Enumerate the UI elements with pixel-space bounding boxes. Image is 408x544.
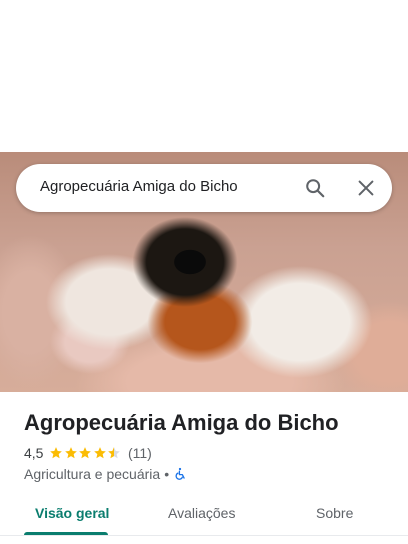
star-icon — [94, 447, 106, 459]
close-icon[interactable] — [355, 177, 377, 199]
rating-value: 4,5 — [24, 445, 44, 461]
rating-row[interactable]: 4,5 (11) — [24, 444, 152, 462]
place-category[interactable]: Agricultura e pecuária — [24, 466, 160, 482]
review-count[interactable]: (11) — [128, 445, 152, 461]
search-input[interactable]: Agropecuária Amiga do Bicho — [40, 178, 238, 195]
star-rating — [49, 446, 122, 460]
star-icon — [65, 447, 77, 459]
separator-dot: • — [164, 466, 170, 482]
tabs-divider — [0, 535, 408, 536]
star-icon — [108, 447, 121, 459]
tab-about[interactable]: Sobre — [316, 505, 353, 521]
place-title: Agropecuária Amiga do Bicho — [24, 410, 339, 435]
place-tabs: Visão geral Avaliações Sobre — [0, 492, 408, 536]
wheelchair-icon[interactable] — [173, 467, 187, 481]
star-icon — [50, 447, 63, 459]
tab-overview[interactable]: Visão geral — [35, 505, 109, 521]
tab-reviews[interactable]: Avaliações — [168, 505, 235, 521]
search-bar[interactable]: Agropecuária Amiga do Bicho — [16, 164, 392, 212]
star-icon — [79, 447, 92, 459]
search-icon[interactable] — [304, 177, 326, 199]
category-row: Agricultura e pecuária • — [24, 465, 187, 483]
